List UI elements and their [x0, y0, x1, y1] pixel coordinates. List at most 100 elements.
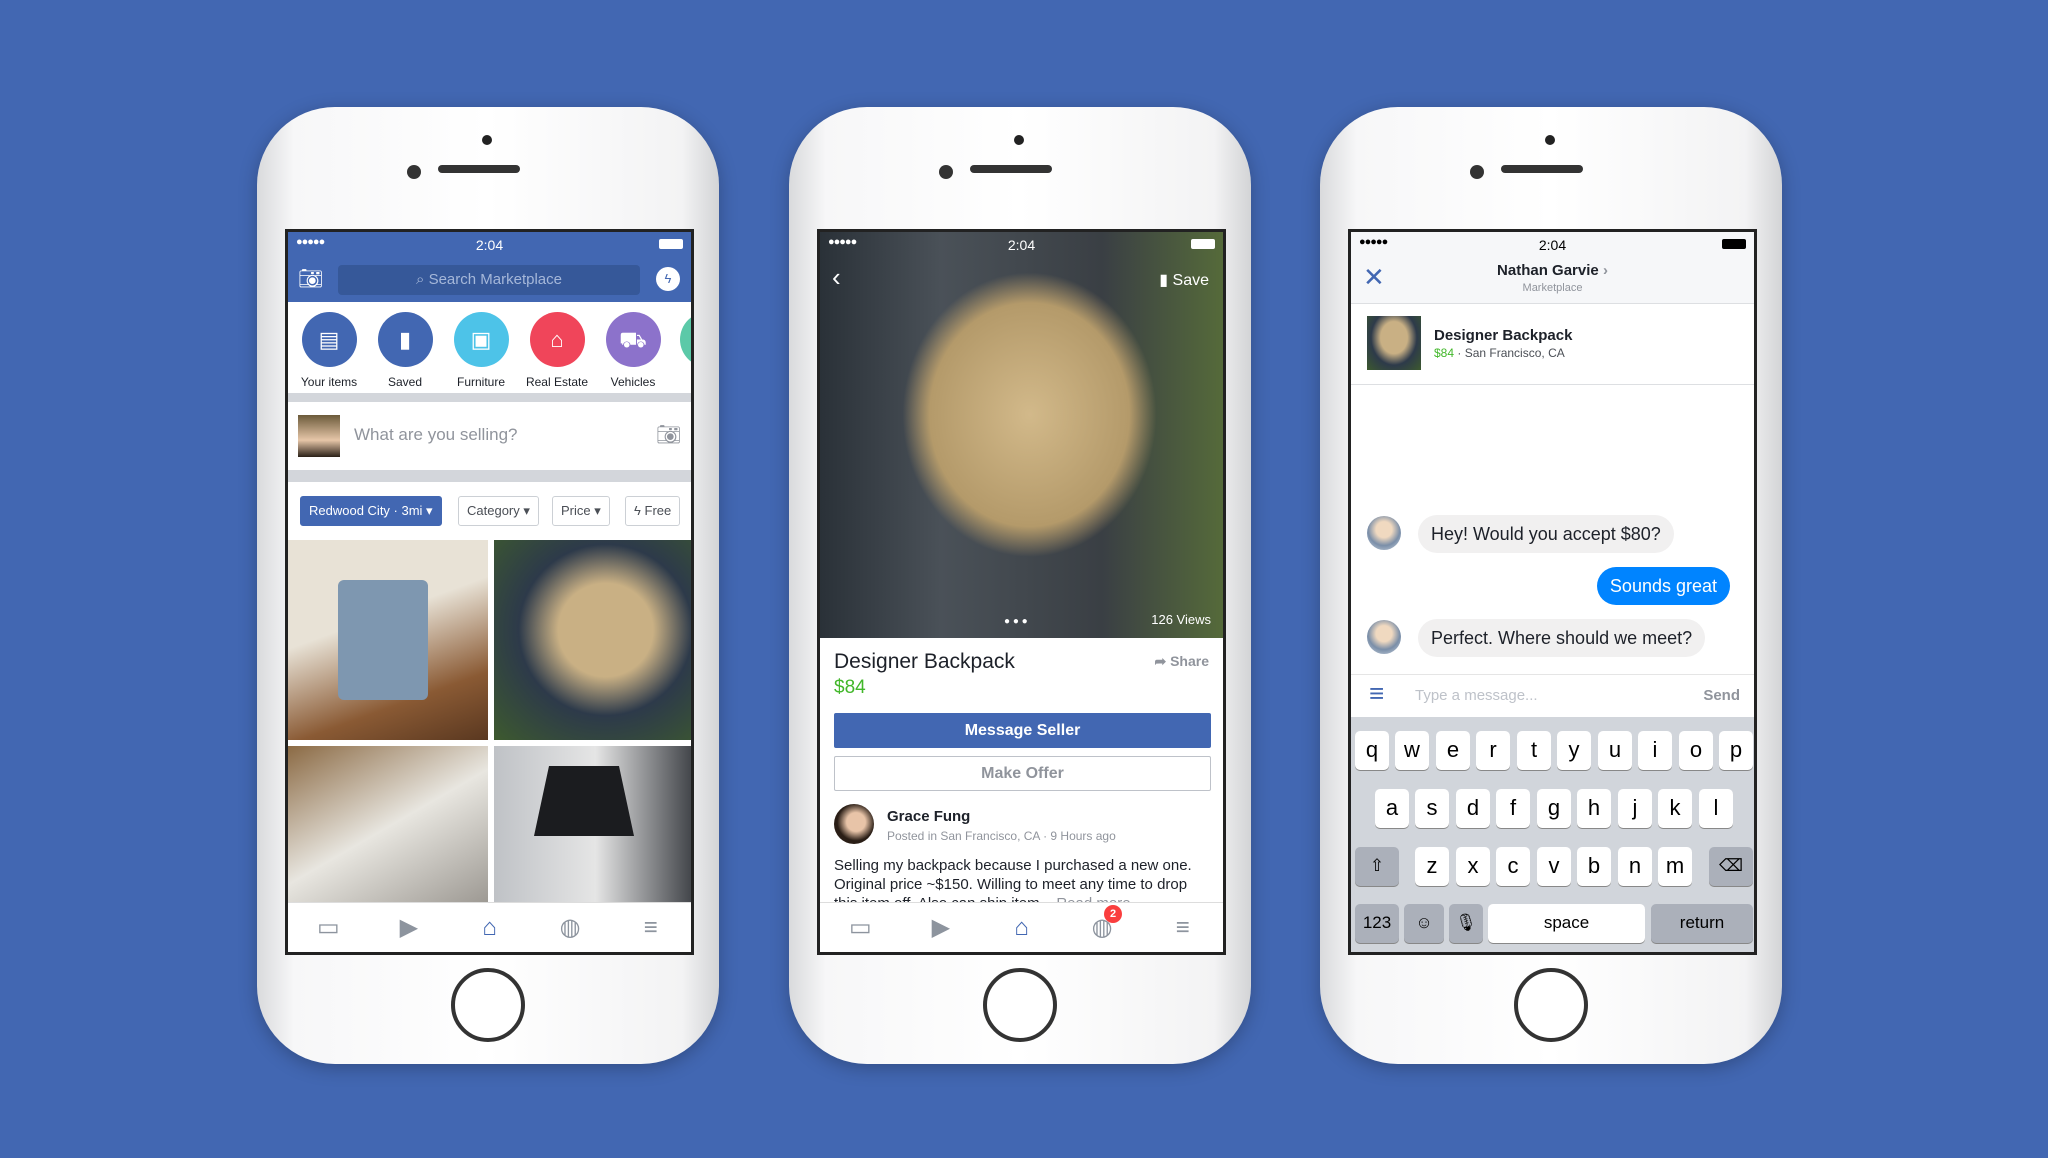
- key-z[interactable]: z: [1415, 847, 1449, 886]
- key-c[interactable]: c: [1496, 847, 1530, 886]
- key-q[interactable]: q: [1355, 731, 1389, 770]
- category-more[interactable]: [680, 312, 691, 367]
- save-button[interactable]: ▮ Save: [1159, 270, 1209, 290]
- search-placeholder: Search Marketplace: [428, 271, 562, 288]
- make-offer-button[interactable]: Make Offer: [834, 756, 1211, 791]
- camera-icon[interactable]: 📷︎: [298, 266, 323, 291]
- category-real-estate[interactable]: ⌂ Real Estate: [521, 312, 593, 389]
- category-your-items[interactable]: ▤ Your items: [293, 312, 365, 389]
- video-tab-icon[interactable]: ▶: [389, 913, 429, 942]
- notifications-tab-icon[interactable]: ◍ 2: [1082, 905, 1123, 942]
- message-seller-button[interactable]: Message Seller: [834, 713, 1211, 748]
- share-button[interactable]: ➦ Share: [1154, 653, 1209, 670]
- notifications-tab-icon[interactable]: ◍: [550, 913, 590, 942]
- category-vehicles[interactable]: ⛟ Vehicles: [597, 312, 669, 389]
- battery-icon: [1722, 239, 1746, 249]
- emoji-key[interactable]: ☺: [1404, 904, 1444, 943]
- seller-avatar[interactable]: [834, 804, 874, 844]
- return-key[interactable]: return: [1651, 904, 1753, 943]
- camera-icon[interactable]: 📷︎: [656, 422, 681, 447]
- key-o[interactable]: o: [1679, 731, 1713, 770]
- shift-key[interactable]: ⇧: [1355, 847, 1399, 886]
- key-h[interactable]: h: [1577, 789, 1611, 828]
- key-j[interactable]: j: [1618, 789, 1652, 828]
- sell-input[interactable]: What are you selling?: [354, 425, 517, 445]
- listing-photo-backpack[interactable]: [494, 540, 691, 740]
- messenger-icon[interactable]: ϟ: [656, 267, 680, 291]
- marketplace-tab-icon[interactable]: ⌂: [1001, 914, 1041, 942]
- listing-photo-chair[interactable]: [288, 540, 488, 740]
- key-r[interactable]: r: [1476, 731, 1510, 770]
- sensor: [1014, 135, 1024, 145]
- back-icon[interactable]: ‹: [832, 262, 841, 293]
- key-t[interactable]: t: [1517, 731, 1551, 770]
- status-bar: ●●●●● 2:04: [1351, 232, 1754, 258]
- category-furniture[interactable]: ▣ Furniture: [445, 312, 517, 389]
- microphone-key[interactable]: 🎙︎: [1449, 904, 1483, 943]
- contact-name[interactable]: Nathan Garvie ›: [1351, 262, 1754, 279]
- key-v[interactable]: v: [1537, 847, 1571, 886]
- key-e[interactable]: e: [1436, 731, 1470, 770]
- status-bar: ●●●●● 2:04: [288, 232, 691, 258]
- speaker: [1501, 165, 1583, 173]
- home-button[interactable]: [1514, 968, 1588, 1042]
- key-w[interactable]: w: [1395, 731, 1429, 770]
- car-icon: ⛟: [605, 312, 661, 367]
- key-s[interactable]: s: [1415, 789, 1449, 828]
- photo-pager-dots[interactable]: ● ● ●: [1004, 616, 1028, 627]
- key-n[interactable]: n: [1618, 847, 1652, 886]
- key-f[interactable]: f: [1496, 789, 1530, 828]
- price-filter[interactable]: Price ▾: [552, 496, 610, 526]
- listing-price: $84: [834, 677, 866, 698]
- free-filter[interactable]: ϟ Free: [625, 496, 681, 526]
- search-input[interactable]: ⌕ Search Marketplace: [338, 265, 640, 295]
- speaker: [438, 165, 520, 173]
- message-input[interactable]: Type a message...: [1415, 687, 1538, 704]
- category-label: Saved: [387, 375, 423, 389]
- box-icon: ▤: [301, 312, 357, 367]
- space-key[interactable]: space: [1488, 904, 1645, 943]
- home-button[interactable]: [983, 968, 1057, 1042]
- news-feed-tab-icon[interactable]: ▭: [840, 913, 880, 942]
- sensor: [482, 135, 492, 145]
- message-received: Hey! Would you accept $80?: [1418, 515, 1674, 553]
- key-y[interactable]: y: [1557, 731, 1591, 770]
- key-b[interactable]: b: [1577, 847, 1611, 886]
- news-feed-tab-icon[interactable]: ▭: [308, 913, 348, 942]
- sensor: [1545, 135, 1555, 145]
- home-button[interactable]: [451, 968, 525, 1042]
- key-i[interactable]: i: [1638, 731, 1672, 770]
- category-label: Furniture: [456, 375, 506, 389]
- send-button[interactable]: Send: [1703, 687, 1740, 704]
- category-saved[interactable]: ▮ Saved: [369, 312, 441, 389]
- tab-bar: ▭ ▶ ⌂ ◍ 2 ≡: [820, 902, 1223, 952]
- video-tab-icon[interactable]: ▶: [921, 913, 961, 942]
- key-m[interactable]: m: [1658, 847, 1692, 886]
- battery-icon: [1191, 239, 1215, 249]
- location-filter[interactable]: Redwood City · 3mi ▾: [300, 496, 442, 526]
- menu-icon[interactable]: ≡: [1369, 678, 1384, 709]
- bookmark-icon: ▮: [377, 312, 433, 367]
- key-d[interactable]: d: [1456, 789, 1490, 828]
- listing-photo-lamp[interactable]: [494, 746, 691, 908]
- item-title[interactable]: Designer Backpack: [1434, 327, 1572, 344]
- key-p[interactable]: p: [1719, 731, 1753, 770]
- seller-name[interactable]: Grace Fung: [887, 808, 970, 825]
- key-k[interactable]: k: [1658, 789, 1692, 828]
- backspace-key[interactable]: ⌫: [1709, 847, 1753, 886]
- status-bar: ●●●●● 2:04: [820, 232, 1223, 258]
- numbers-key[interactable]: 123: [1355, 904, 1399, 943]
- tab-bar: ▭ ▶ ⌂ ◍ ≡: [288, 902, 691, 952]
- item-thumbnail[interactable]: [1367, 316, 1421, 370]
- key-u[interactable]: u: [1598, 731, 1632, 770]
- key-a[interactable]: a: [1375, 789, 1409, 828]
- marketplace-tab-icon[interactable]: ⌂: [469, 914, 509, 942]
- key-g[interactable]: g: [1537, 789, 1571, 828]
- listing-photo[interactable]: [820, 232, 1223, 638]
- menu-tab-icon[interactable]: ≡: [1163, 914, 1203, 942]
- key-l[interactable]: l: [1699, 789, 1733, 828]
- category-filter[interactable]: Category ▾: [458, 496, 539, 526]
- key-x[interactable]: x: [1456, 847, 1490, 886]
- menu-tab-icon[interactable]: ≡: [631, 914, 671, 942]
- listing-photo-cookware[interactable]: [288, 746, 488, 908]
